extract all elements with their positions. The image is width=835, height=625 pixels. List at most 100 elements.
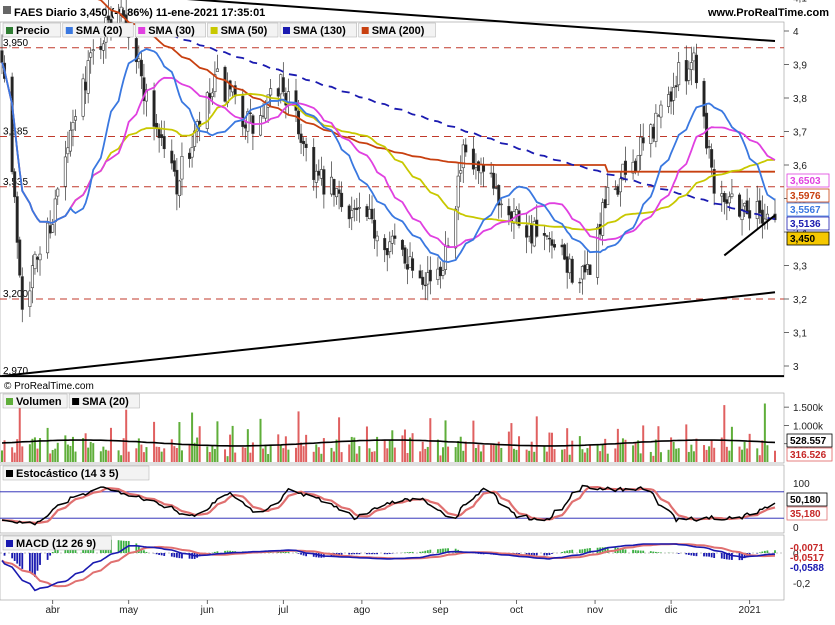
volume-bar <box>227 456 229 462</box>
candle-body <box>353 209 355 210</box>
candle-body <box>87 61 89 94</box>
macd-hist-bar <box>404 552 406 553</box>
volume-bar <box>412 433 414 462</box>
macd-hist-bar <box>384 553 386 554</box>
volume-bar <box>657 426 659 462</box>
candle-body <box>726 200 728 204</box>
volume-bar <box>569 455 571 462</box>
volume-bar <box>571 441 573 462</box>
candle-body <box>634 161 636 172</box>
volume-bar <box>528 451 530 462</box>
volume-bar <box>460 437 462 462</box>
candle-body <box>282 78 284 92</box>
candle-body <box>650 125 652 144</box>
volume-bar <box>518 436 520 462</box>
candle-body <box>604 200 606 208</box>
candle-body <box>366 206 368 216</box>
macd-hist-bar <box>571 550 573 553</box>
volume-bar <box>407 453 409 462</box>
volume-bar <box>515 450 517 462</box>
volume-bar <box>713 448 715 462</box>
volume-bar <box>493 444 495 462</box>
candle-body <box>589 265 591 275</box>
price-y-tick-label: 3,2 <box>793 295 807 306</box>
candle-body <box>525 226 527 238</box>
volume-bar <box>437 440 439 462</box>
volume-bar <box>135 448 137 462</box>
volume-bar <box>439 455 441 462</box>
candle-body <box>619 179 621 192</box>
macd-hist-bar <box>690 553 692 555</box>
volume-bar <box>622 438 624 462</box>
macd-hist-bar <box>696 553 698 556</box>
stoch-y-tick-label: 0 <box>793 523 799 534</box>
candle-body <box>457 176 459 207</box>
volume-bar <box>214 449 216 462</box>
volume-bar <box>472 421 474 462</box>
candle-body <box>100 46 102 49</box>
macd-legend-label: MACD (12 26 9) <box>16 538 96 550</box>
candle-body <box>181 156 183 179</box>
macd-hist-bar <box>703 553 705 556</box>
volume-bar <box>102 447 104 462</box>
candle-body <box>84 82 86 90</box>
volume-bar <box>579 436 581 462</box>
candle-body <box>688 69 690 80</box>
volume-bar <box>419 451 421 462</box>
macd-hist-bar <box>37 553 39 571</box>
volume-bar <box>265 445 267 462</box>
macd-hist-bar <box>176 553 178 558</box>
price-legend-swatch <box>6 27 13 34</box>
volume-bar <box>110 428 112 462</box>
candle-body <box>563 245 565 260</box>
macd-hist-bar <box>642 551 644 553</box>
volume-bar <box>599 451 601 462</box>
price-y-tick-label: 3,9 <box>793 61 807 72</box>
candle-body <box>90 53 92 57</box>
macd-hist-bar <box>533 553 535 555</box>
volume-bar <box>619 444 621 462</box>
volume-bar <box>422 442 424 462</box>
macd-hist-bar <box>173 553 175 557</box>
volume-bar <box>366 426 368 462</box>
macd-hist-bar <box>143 550 145 553</box>
macd-hist-bar <box>561 552 563 553</box>
volume-bar <box>389 440 391 462</box>
candle-body <box>543 233 545 235</box>
candle-body <box>280 75 282 94</box>
volume-bar <box>635 443 637 462</box>
candle-body <box>224 67 226 101</box>
volume-bar <box>282 448 284 462</box>
menu-icon[interactable] <box>3 6 11 14</box>
candle-body <box>358 207 360 208</box>
price-legend-swatch <box>66 27 73 34</box>
candle-body <box>695 55 697 83</box>
volume-bar <box>749 434 751 462</box>
candle-body <box>31 266 33 288</box>
candle-body <box>561 245 563 247</box>
macd-hist-bar <box>341 553 343 555</box>
volume-bar <box>105 450 107 462</box>
price-legend-label: SMA (30) <box>148 25 195 37</box>
volume-bar <box>660 452 662 462</box>
candle-body <box>383 238 385 249</box>
volume-bar <box>287 450 289 462</box>
candle-body <box>82 79 84 116</box>
candle-body <box>173 161 175 172</box>
candle-body <box>120 7 122 14</box>
candle-body <box>64 157 66 187</box>
volume-bar <box>143 452 145 462</box>
macd-hist-bar <box>391 553 393 554</box>
candle-body <box>553 244 555 247</box>
candle-body <box>74 117 76 121</box>
macd-hist-bar <box>351 553 353 554</box>
candle-body <box>49 226 51 234</box>
macd-hist-bar <box>551 553 553 554</box>
candle-body <box>657 116 659 117</box>
candle-body <box>340 193 342 207</box>
volume-bar <box>358 446 360 462</box>
price-legend-swatch <box>362 27 369 34</box>
volume-bar <box>604 439 606 462</box>
candle-body <box>693 53 695 61</box>
volume-bar <box>338 417 340 462</box>
